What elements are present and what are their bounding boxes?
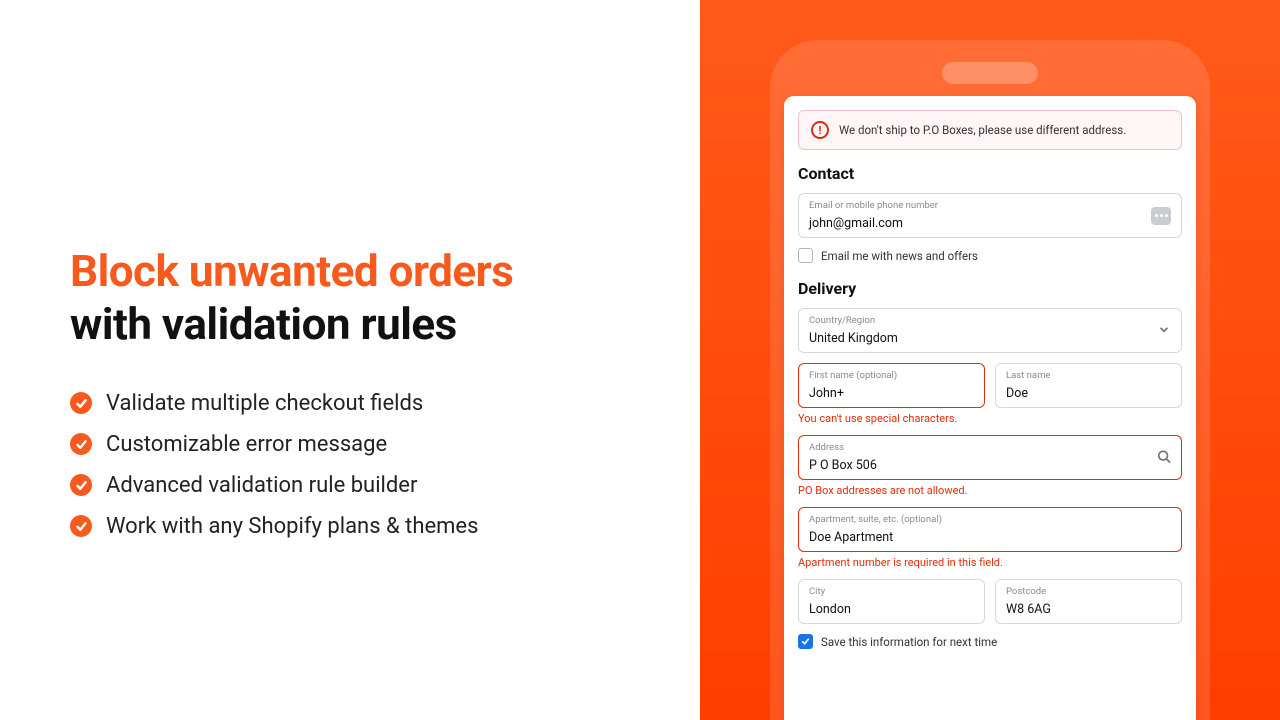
save-info-row[interactable]: Save this information for next time	[798, 634, 1182, 649]
checkbox-checked-icon[interactable]	[798, 634, 813, 649]
email-label: Email or mobile phone number	[809, 200, 1171, 211]
first-name-value: John+	[809, 386, 844, 401]
search-icon[interactable]	[1157, 448, 1171, 467]
city-field[interactable]: City London	[798, 579, 985, 624]
address-field[interactable]: Address P O Box 506	[798, 435, 1182, 480]
address-value: P O Box 506	[809, 458, 877, 473]
postcode-label: Postcode	[1006, 586, 1171, 597]
email-field[interactable]: Email or mobile phone number john@gmail.…	[798, 193, 1182, 238]
feature-list: Validate multiple checkout fields Custom…	[70, 391, 640, 555]
apartment-field[interactable]: Apartment, suite, etc. (optional) Doe Ap…	[798, 507, 1182, 552]
address-label: Address	[809, 442, 1171, 453]
page-title: Block unwanted orders with validation ru…	[70, 245, 640, 351]
autofill-icon[interactable]	[1151, 207, 1171, 225]
country-label: Country/Region	[809, 315, 1171, 326]
city-value: London	[809, 602, 851, 617]
check-icon	[70, 433, 92, 455]
feature-text: Advanced validation rule builder	[106, 473, 417, 498]
feature-item: Customizable error message	[70, 432, 640, 457]
last-name-label: Last name	[1006, 370, 1171, 381]
error-banner: ! We don't ship to P.O Boxes, please use…	[798, 110, 1182, 150]
check-icon	[70, 474, 92, 496]
apartment-error: Apartment number is required in this fie…	[798, 556, 1182, 569]
apartment-value: Doe Apartment	[809, 530, 893, 545]
save-label: Save this information for next time	[821, 635, 997, 649]
country-value: United Kingdom	[809, 331, 898, 346]
postcode-field[interactable]: Postcode W8 6AG	[995, 579, 1182, 624]
feature-text: Customizable error message	[106, 432, 387, 457]
delivery-heading: Delivery	[798, 279, 1182, 298]
feature-item: Validate multiple checkout fields	[70, 391, 640, 416]
headline-black: with validation rules	[70, 298, 640, 351]
first-name-field[interactable]: First name (optional) John+	[798, 363, 985, 408]
contact-heading: Contact	[798, 164, 1182, 183]
check-icon	[70, 515, 92, 537]
marketing-panel: Block unwanted orders with validation ru…	[0, 0, 700, 720]
city-label: City	[809, 586, 974, 597]
news-checkbox-row[interactable]: Email me with news and offers	[798, 248, 1182, 263]
postcode-value: W8 6AG	[1006, 602, 1051, 617]
checkbox-unchecked-icon[interactable]	[798, 248, 813, 263]
email-value: john@gmail.com	[809, 216, 903, 231]
feature-text: Work with any Shopify plans & themes	[106, 514, 478, 539]
apartment-label: Apartment, suite, etc. (optional)	[809, 514, 1171, 525]
chevron-down-icon	[1157, 321, 1171, 340]
news-label: Email me with news and offers	[821, 249, 978, 263]
country-select[interactable]: Country/Region United Kingdom	[798, 308, 1182, 353]
preview-panel: ! We don't ship to P.O Boxes, please use…	[700, 0, 1280, 720]
check-icon	[70, 392, 92, 414]
first-name-label: First name (optional)	[809, 370, 974, 381]
last-name-value: Doe	[1006, 386, 1028, 401]
feature-item: Work with any Shopify plans & themes	[70, 514, 640, 539]
alert-icon: !	[811, 121, 829, 139]
address-error: PO Box addresses are not allowed.	[798, 484, 1182, 497]
headline-orange: Block unwanted orders	[70, 245, 640, 298]
feature-item: Advanced validation rule builder	[70, 473, 640, 498]
feature-text: Validate multiple checkout fields	[106, 391, 423, 416]
phone-notch	[942, 62, 1038, 84]
banner-text: We don't ship to P.O Boxes, please use d…	[839, 123, 1126, 137]
checkout-screen: ! We don't ship to P.O Boxes, please use…	[784, 96, 1196, 720]
first-name-error: You can't use special characters.	[798, 412, 1182, 425]
phone-frame: ! We don't ship to P.O Boxes, please use…	[770, 40, 1210, 720]
last-name-field[interactable]: Last name Doe	[995, 363, 1182, 408]
